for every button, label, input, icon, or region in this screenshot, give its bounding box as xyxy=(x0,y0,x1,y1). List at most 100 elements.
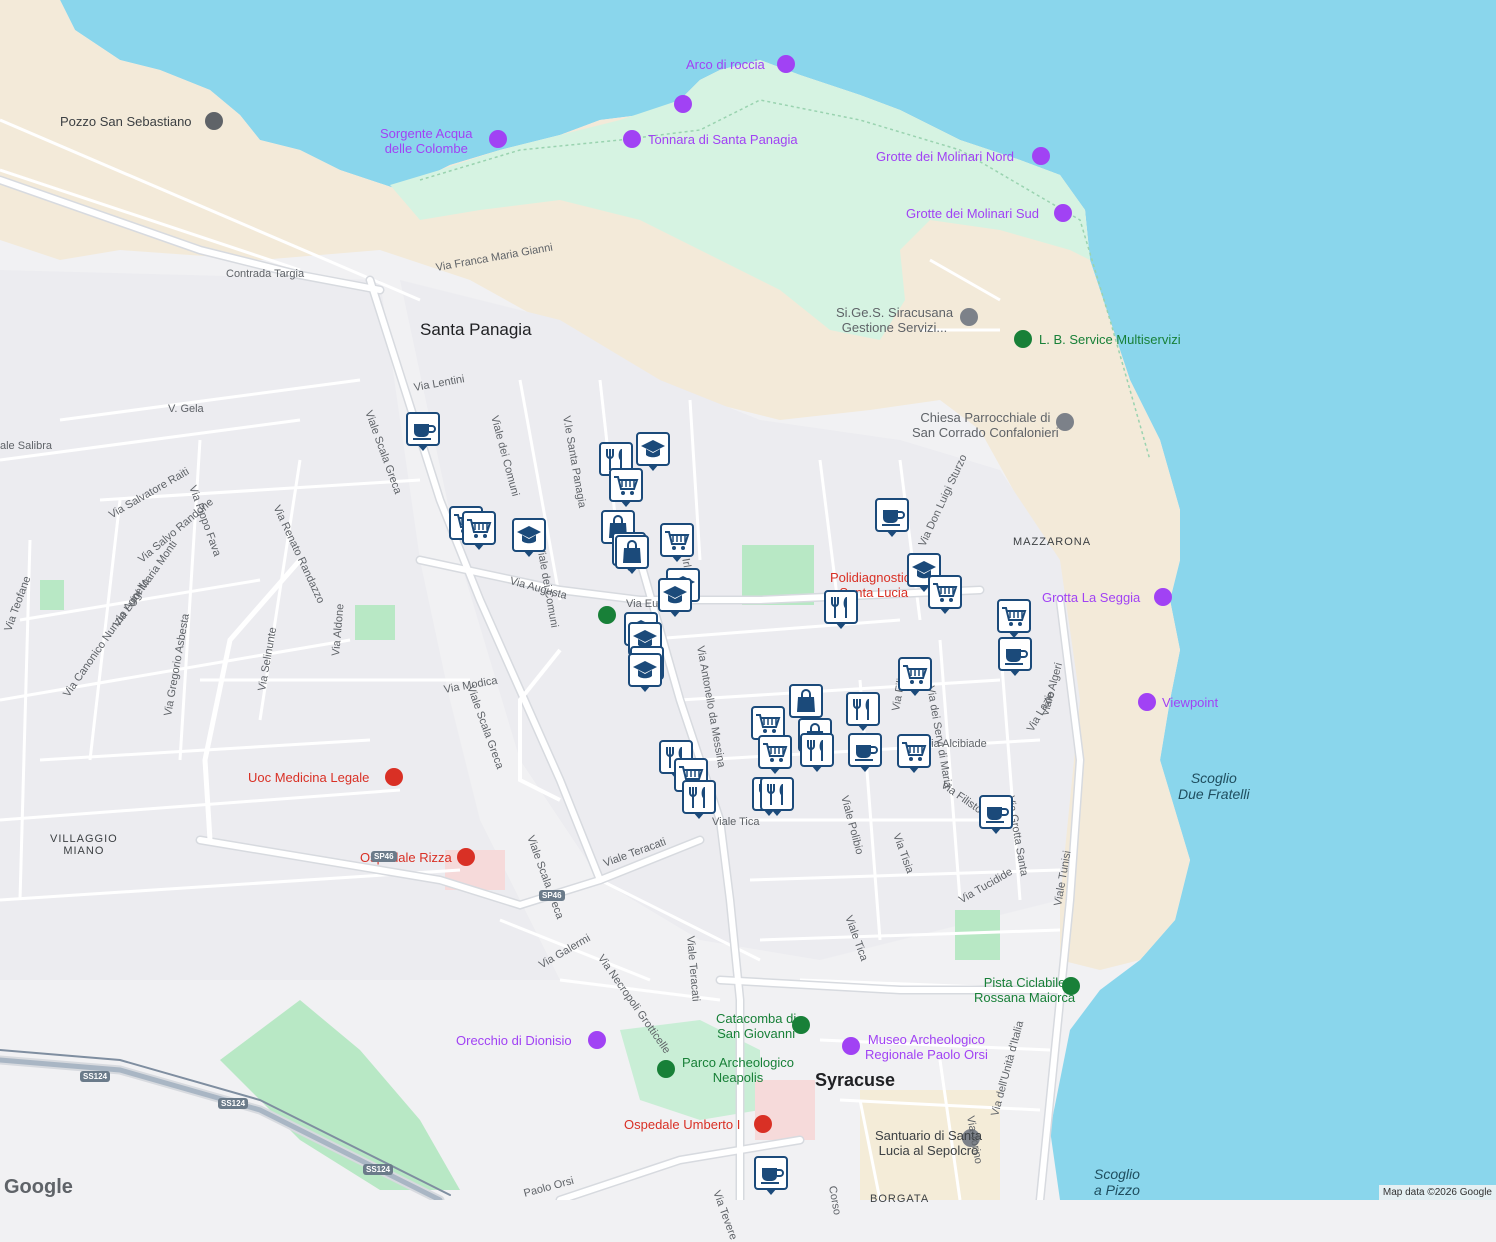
poi-label: Parco Archeologico Neapolis xyxy=(682,1055,795,1085)
grocery-marker[interactable] xyxy=(897,734,931,773)
marker-pointer xyxy=(693,812,705,819)
shopping-marker[interactable] xyxy=(789,684,823,723)
school-marker[interactable] xyxy=(636,432,670,471)
marker-pointer xyxy=(523,550,535,557)
poi-label: Viewpoint xyxy=(1162,695,1219,710)
school-icon xyxy=(663,586,687,604)
map-attribution[interactable]: Map data ©2026 Google xyxy=(1378,1185,1496,1200)
grocery-icon xyxy=(756,714,781,733)
place-label: Syracuse xyxy=(815,1070,896,1090)
grocery-icon xyxy=(614,476,639,495)
marker-pointer xyxy=(417,444,429,451)
park-patch xyxy=(40,580,64,610)
camera-pin xyxy=(623,130,641,148)
poi-label: Tonnara di Santa Panagia xyxy=(648,132,798,147)
marker-pointer xyxy=(620,500,632,507)
school-marker[interactable] xyxy=(512,518,546,557)
hospital-pin xyxy=(457,848,475,866)
park-patch xyxy=(355,605,395,640)
grocery-marker[interactable] xyxy=(928,575,962,614)
cafe-marker[interactable] xyxy=(875,498,909,537)
cafe-marker[interactable] xyxy=(979,795,1013,834)
grocery-icon xyxy=(933,583,958,602)
camera-pin xyxy=(1138,693,1156,711)
grocery-icon xyxy=(763,743,788,762)
place-label: BORGATA xyxy=(870,1193,930,1205)
poi-label: Grotta La Seggia xyxy=(1042,590,1141,605)
route-shield: SP46 xyxy=(539,890,565,901)
marker-pointer xyxy=(639,685,651,692)
cafe-icon xyxy=(986,807,1009,823)
cafe-icon xyxy=(855,745,878,761)
restaurant-marker[interactable] xyxy=(682,780,716,819)
google-logo: Google xyxy=(4,1176,73,1198)
poi-label: Pista Ciclabile Rossana Maiorca xyxy=(974,975,1076,1005)
tree-pin xyxy=(657,1060,675,1078)
grocery-marker[interactable] xyxy=(609,468,643,507)
street-label: V. Gela xyxy=(168,403,204,415)
cafe-icon xyxy=(1005,649,1028,665)
grocery-icon xyxy=(903,665,928,684)
restaurant-marker[interactable] xyxy=(800,733,834,772)
street-label: Viale Tica xyxy=(712,816,760,828)
grocery-icon xyxy=(902,742,927,761)
marker-pointer xyxy=(990,827,1002,834)
marker-pointer xyxy=(811,765,823,772)
marker-pointer xyxy=(835,622,847,629)
marker-pointer xyxy=(669,610,681,617)
restaurant-icon xyxy=(831,597,847,618)
generic-pin xyxy=(960,308,978,326)
flower-pin xyxy=(1014,330,1032,348)
grocery-marker[interactable] xyxy=(997,599,1031,638)
grocery-marker[interactable] xyxy=(758,735,792,774)
camera-pin xyxy=(1032,147,1050,165)
cafe-marker[interactable] xyxy=(406,412,440,451)
museum-pin xyxy=(205,112,223,130)
school-marker[interactable] xyxy=(658,578,692,617)
cafe-marker[interactable] xyxy=(754,1156,788,1195)
hospital-pin xyxy=(385,768,403,786)
route-shield: SP46 xyxy=(371,851,397,862)
camera-pin xyxy=(777,55,795,73)
poi-label: Museo Archeologico Regionale Paolo Orsi xyxy=(865,1032,988,1062)
poi-label: L. B. Service Multiservizi xyxy=(1039,332,1181,347)
sea-label: Scoglio a Pizzo xyxy=(1094,1166,1140,1198)
restaurant-marker[interactable] xyxy=(760,777,794,816)
route-shield: SS124 xyxy=(80,1071,111,1082)
route-shield: SS124 xyxy=(218,1098,249,1109)
hospital-pin xyxy=(754,1115,772,1133)
street-label: Contrada Targia xyxy=(226,268,305,280)
restaurant-marker[interactable] xyxy=(846,692,880,731)
shopping-marker[interactable] xyxy=(615,535,649,574)
marker-pointer xyxy=(908,766,920,773)
camera-pin xyxy=(1154,588,1172,606)
school-marker[interactable] xyxy=(628,653,662,692)
poi-label: Sorgente Acqua delle Colombe xyxy=(380,126,473,156)
school-icon xyxy=(517,526,541,544)
grocery-marker[interactable] xyxy=(462,511,496,550)
school-icon xyxy=(633,661,657,679)
restaurant-icon xyxy=(807,740,823,761)
park-patch xyxy=(955,910,1000,960)
marker-pointer xyxy=(886,530,898,537)
camera-pin xyxy=(1054,204,1072,222)
grocery-icon xyxy=(1002,607,1027,626)
restaurant-icon xyxy=(853,699,869,720)
shopping-icon xyxy=(623,540,641,563)
restaurant-marker[interactable] xyxy=(824,590,858,629)
camera-pin xyxy=(588,1031,606,1049)
marker-pointer xyxy=(771,809,783,816)
place-label: Santa Panagia xyxy=(420,320,532,339)
marker-pointer xyxy=(909,689,921,696)
grocery-marker[interactable] xyxy=(660,523,694,562)
marker-pointer xyxy=(859,765,871,772)
cafe-marker[interactable] xyxy=(998,637,1032,676)
marker-pointer xyxy=(626,567,638,574)
cafe-marker[interactable] xyxy=(848,733,882,772)
poi-label: Chiesa Parrocchiale di San Corrado Confal… xyxy=(912,410,1059,440)
grocery-icon xyxy=(665,531,690,550)
marker-pointer xyxy=(765,1188,777,1195)
grocery-marker[interactable] xyxy=(898,657,932,696)
shopping-icon xyxy=(797,689,815,712)
street-label: ale Salibra xyxy=(0,440,52,452)
